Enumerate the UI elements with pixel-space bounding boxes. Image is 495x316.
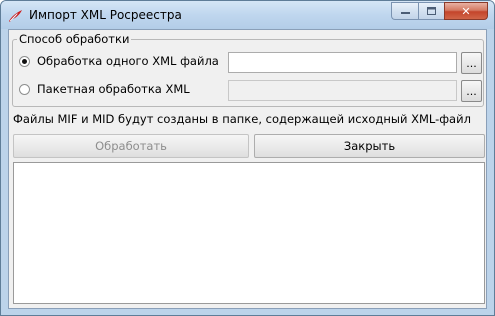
close-button-label: Закрыть: [343, 139, 396, 153]
radio-batch-label: Пакетная обработка XML: [37, 82, 190, 96]
radio-single-file[interactable]: Обработка одного XML файла: [19, 53, 219, 69]
process-button[interactable]: Обработать: [13, 134, 249, 158]
dialog-client-area: Способ обработки Обработка одного XML фа…: [8, 29, 487, 309]
radio-button-checked[interactable]: [19, 55, 30, 67]
radio-button-unchecked[interactable]: [19, 83, 30, 95]
close-icon: ✕: [461, 4, 471, 18]
group-label: Способ обработки: [17, 32, 132, 46]
single-file-path-input[interactable]: [228, 52, 457, 73]
output-info-text: Файлы MIF и MID будут созданы в папке, с…: [13, 112, 471, 126]
radio-batch[interactable]: Пакетная обработка XML: [19, 81, 190, 97]
ellipsis-icon: ...: [466, 85, 477, 98]
browse-single-file-button[interactable]: ...: [461, 52, 482, 74]
tk-feather-icon: [9, 10, 22, 22]
radio-single-file-label: Обработка одного XML файла: [37, 54, 219, 68]
log-output-area[interactable]: [13, 162, 485, 304]
maximize-button[interactable]: [418, 2, 444, 20]
window-title: Импорт XML Росреестра: [29, 8, 182, 22]
process-button-label: Обработать: [95, 139, 167, 153]
batch-folder-path-input[interactable]: [228, 80, 457, 101]
maximize-icon: [427, 7, 436, 15]
window-controls: ✕: [391, 2, 488, 20]
minimize-button[interactable]: [391, 2, 418, 20]
browse-batch-folder-button[interactable]: ...: [461, 80, 482, 102]
ellipsis-icon: ...: [466, 57, 477, 70]
title-bar[interactable]: Импорт XML Росреестра ✕: [1, 1, 494, 29]
app-window: Импорт XML Росреестра ✕ Способ обработки: [0, 0, 495, 316]
close-button[interactable]: Закрыть: [254, 134, 485, 158]
close-window-button[interactable]: ✕: [444, 2, 488, 20]
minimize-icon: [400, 12, 410, 14]
